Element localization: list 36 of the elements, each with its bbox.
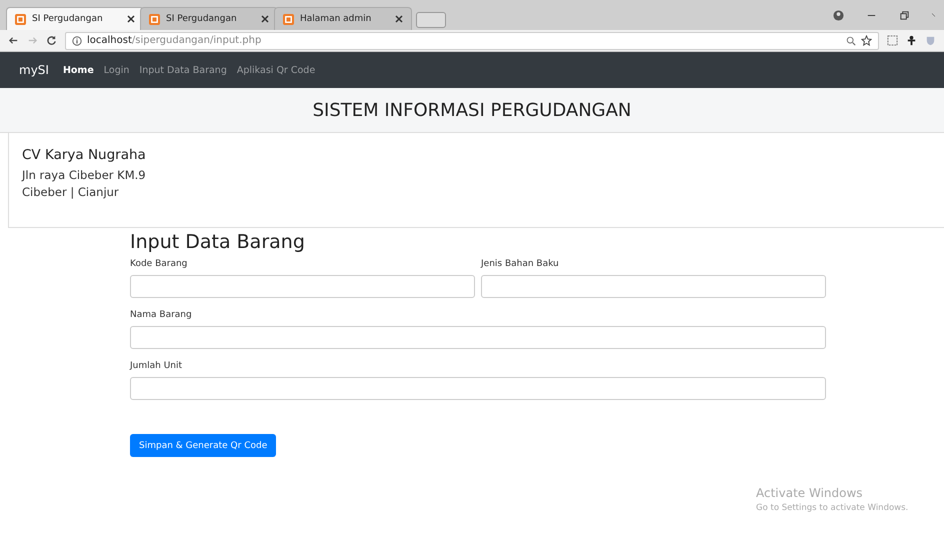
activation-title: Activate Windows <box>756 486 864 500</box>
nav-link[interactable]: Input Data Barang <box>139 64 227 76</box>
star-icon[interactable] <box>861 35 872 46</box>
form-title: Input Data Barang <box>130 231 306 253</box>
browser-tab[interactable]: SI Pergudangan <box>140 7 278 30</box>
company-address: Cibeber | Cianjur <box>22 185 120 199</box>
field-label: Kode Barang <box>130 259 188 269</box>
address-bar[interactable]: localhost/sipergudangan/input.php <box>65 32 879 50</box>
favicon-icon <box>283 14 294 24</box>
submit-button[interactable]: Simpan & Generate Qr Code <box>130 434 276 457</box>
company-address: Jln raya Cibeber KM.9 <box>22 168 147 182</box>
restore-icon[interactable] <box>899 10 910 20</box>
input-field[interactable] <box>130 275 475 298</box>
browser-tab[interactable]: SI Pergudangan <box>6 7 144 30</box>
reload-icon[interactable] <box>46 35 57 46</box>
nav-link[interactable]: Login <box>104 64 130 76</box>
account-icon[interactable] <box>833 10 844 20</box>
favicon-icon <box>149 14 160 24</box>
company-name: CV Karya Nugraha <box>22 147 147 163</box>
url-text: localhost/sipergudangan/input.php <box>87 35 262 46</box>
field-label: Jumlah Unit <box>130 361 184 371</box>
favicon-icon <box>15 14 26 24</box>
zoom-icon[interactable] <box>846 36 856 46</box>
input-field[interactable] <box>130 377 826 400</box>
info-icon[interactable] <box>72 36 82 46</box>
activation-hint: Go to Settings to activate Windows. <box>756 503 908 513</box>
page-title: SISTEM INFORMASI PERGUDANGAN <box>312 100 632 120</box>
field-label: Nama Barang <box>130 310 193 320</box>
brand-logo[interactable]: mySI <box>19 63 49 77</box>
field-label: Jenis Bahan Baku <box>481 259 560 269</box>
back-icon[interactable] <box>8 35 19 46</box>
input-field[interactable] <box>481 275 826 298</box>
input-field[interactable] <box>130 326 826 349</box>
nav-link[interactable]: Home <box>62 64 94 76</box>
browser-tab[interactable]: Halaman admin <box>274 7 412 30</box>
nav-link[interactable]: Aplikasi Qr Code <box>236 64 316 76</box>
